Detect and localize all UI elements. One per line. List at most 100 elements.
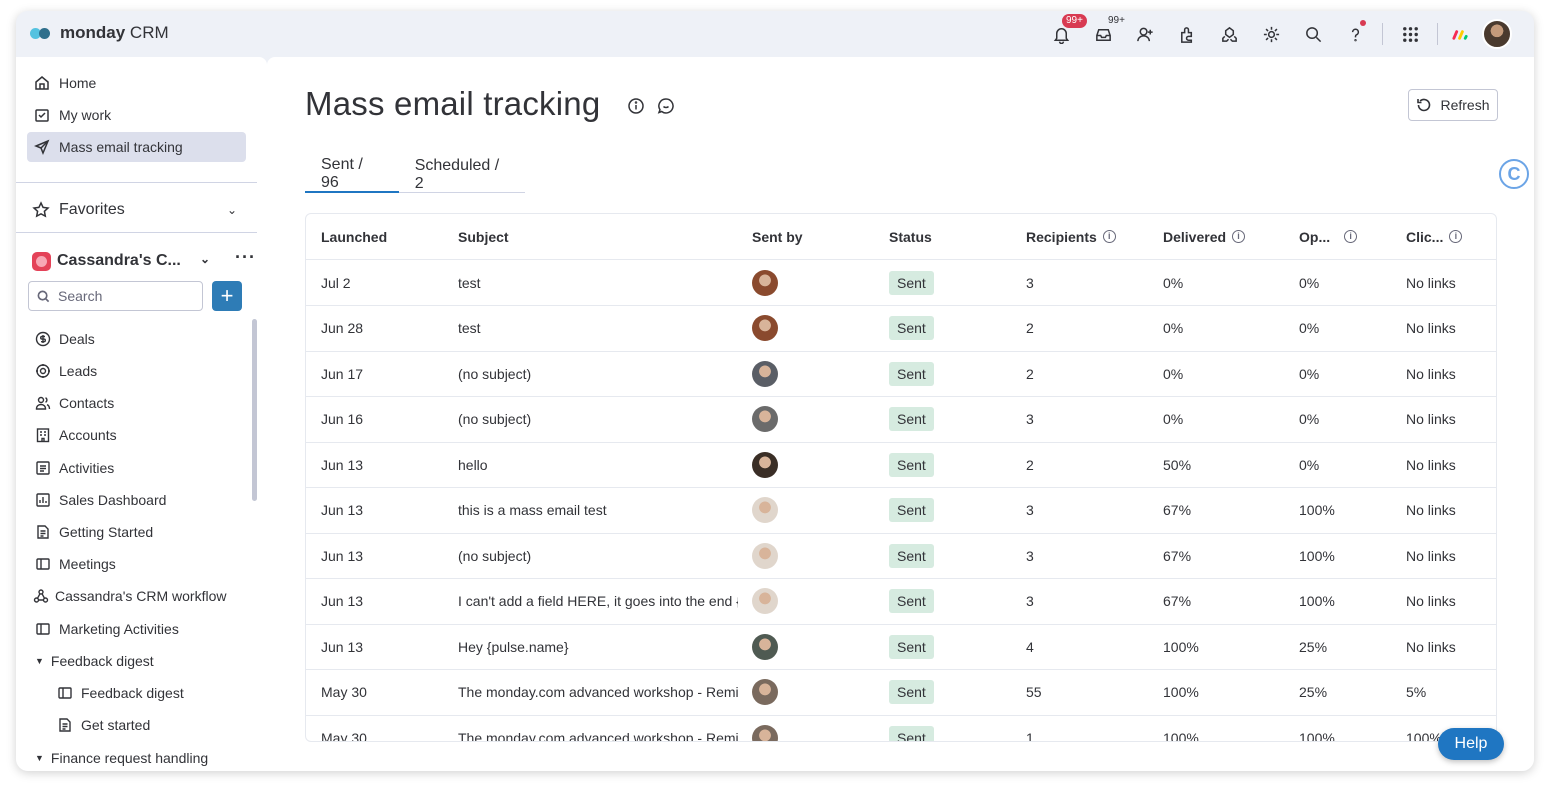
sender-avatar[interactable]	[752, 451, 778, 478]
inbox-icon[interactable]: 99+	[1082, 14, 1129, 49]
apps-icon[interactable]	[1208, 19, 1250, 49]
cell-delivered: 0%	[1163, 411, 1184, 427]
sender-avatar[interactable]	[752, 679, 778, 705]
column-header-subject[interactable]: Subject	[458, 214, 509, 259]
status-badge: Sent	[889, 589, 934, 613]
tab-sent[interactable]: Sent / 96	[305, 156, 399, 193]
sender-avatar[interactable]	[752, 406, 778, 432]
logo-text: monday CRM	[60, 23, 169, 42]
monday-crm-logo[interactable]: monday CRM	[30, 23, 169, 43]
sender-avatar[interactable]	[752, 724, 778, 741]
table-row[interactable]: Jul 2 test Sent 3 0% 0% No links	[306, 260, 1496, 306]
sender-avatar[interactable]	[752, 633, 778, 660]
add-item-button[interactable]: +	[212, 281, 242, 311]
sidebar-item-sales-dashboard[interactable]: Sales Dashboard	[35, 486, 260, 514]
invite-user-icon[interactable]	[1124, 19, 1166, 49]
sender-avatar[interactable]	[752, 360, 778, 387]
table-row[interactable]: Jun 13 this is a mass email test Sent 3 67% 1…	[306, 488, 1496, 534]
sidebar-item-getting-started[interactable]: Getting Started	[35, 518, 260, 546]
folder-feedback-digest[interactable]: ▼ Feedback digest	[35, 647, 260, 675]
tab-scheduled[interactable]: Scheduled / 2	[399, 157, 525, 193]
search-icon[interactable]	[1292, 19, 1334, 49]
cell-sent-by	[752, 715, 778, 741]
column-header-sent-by[interactable]: Sent by	[752, 214, 803, 259]
nav-mass-email-tracking[interactable]: Mass email tracking	[27, 132, 246, 162]
sidebar-item-meetings[interactable]: Meetings	[35, 550, 260, 578]
sidebar-item-feedback-digest[interactable]: Feedback digest	[57, 679, 282, 707]
tabs: Sent / 96 Scheduled / 2	[305, 156, 525, 193]
column-header-delivered[interactable]: Delivered i	[1163, 214, 1246, 259]
help-button[interactable]: Help	[1438, 728, 1504, 760]
sender-avatar[interactable]	[752, 542, 778, 569]
sidebar-item-get-started[interactable]: Get started	[57, 711, 282, 739]
sender-avatar[interactable]	[752, 497, 778, 523]
folder-label: Feedback digest	[50, 653, 154, 669]
info-icon[interactable]: i	[1102, 230, 1116, 243]
caret-down-icon[interactable]: ▼	[35, 753, 44, 763]
table-row[interactable]: May 30 The monday.com advanced workshop -…	[306, 715, 1496, 742]
table-row[interactable]: Jun 17 (no subject) Sent 2 0% 0% No links	[306, 351, 1496, 397]
column-header-clicked[interactable]: Clic... i	[1406, 214, 1463, 259]
table-row[interactable]: Jun 13 I can't add a field HERE, it goes …	[306, 579, 1496, 625]
table-row[interactable]: Jun 28 test Sent 2 0% 0% No links	[306, 306, 1496, 352]
sidebar-item-crm-workflow[interactable]: Cassandra's CRM workflow	[33, 582, 258, 610]
sidebar-item-activities[interactable]: Activities	[35, 454, 260, 482]
sidebar-item-contacts[interactable]: Contacts	[35, 389, 260, 417]
integrations-icon[interactable]	[1166, 19, 1208, 49]
cell-sent-by	[752, 533, 778, 578]
column-header-recipients[interactable]: Recipients i	[1026, 214, 1116, 259]
info-icon[interactable]: i	[1449, 230, 1463, 243]
refresh-button[interactable]: Refresh	[1408, 89, 1498, 121]
nav-home[interactable]: Home	[27, 68, 246, 98]
table-row[interactable]: Jun 16 (no subject) Sent 3 0% 0% No links	[306, 397, 1496, 443]
cell-status: Sent	[889, 260, 934, 305]
table-row[interactable]: Jun 13 hello Sent 2 50% 0% No links	[306, 442, 1496, 488]
dollar-icon	[35, 331, 51, 347]
sender-avatar[interactable]	[752, 588, 778, 614]
cell-subject: Hey {pulse.name}	[458, 638, 569, 655]
workspace-selector[interactable]: Cassandra's C... ⌄ ···	[32, 247, 255, 275]
doc-icon	[59, 718, 71, 732]
sidebar-item-leads[interactable]: Leads	[35, 357, 260, 385]
bell-icon[interactable]: 99+	[1040, 14, 1087, 49]
sender-avatar[interactable]	[752, 269, 778, 296]
settings-icon[interactable]	[1250, 19, 1292, 49]
sidebar-item-deals[interactable]: Deals	[35, 325, 260, 353]
side-widget-icon[interactable]: C	[1499, 159, 1529, 189]
chevron-down-icon[interactable]: ⌄	[227, 203, 237, 217]
grid-menu-icon[interactable]	[1389, 19, 1431, 49]
table-row[interactable]: May 30 The monday.com advanced workshop -…	[306, 670, 1496, 716]
favorites-section[interactable]: Favorites ⌄	[32, 197, 237, 223]
column-header-status[interactable]: Status	[889, 214, 932, 259]
cell-opened: 100%	[1299, 729, 1335, 742]
cell-clicked: No links	[1406, 411, 1456, 427]
table-row[interactable]: Jun 13 Hey {pulse.name} Sent 4 100% 25% No lin…	[306, 624, 1496, 670]
chevron-down-icon[interactable]: ⌄	[200, 252, 210, 266]
status-badge: Sent	[889, 498, 934, 522]
divider	[1382, 23, 1383, 45]
sidebar-item-accounts[interactable]: Accounts	[35, 421, 260, 449]
info-icon[interactable]	[627, 97, 645, 115]
more-options-icon[interactable]: ···	[235, 247, 256, 268]
help-icon[interactable]	[1334, 19, 1376, 49]
sender-avatar[interactable]	[752, 315, 778, 341]
folder-finance-request-handling[interactable]: ▼ Finance request handling	[35, 744, 260, 771]
sidebar-item-marketing-activities[interactable]: Marketing Activities	[35, 615, 260, 643]
info-icon[interactable]: i	[1232, 230, 1246, 243]
sidebar-scrollbar[interactable]	[252, 319, 257, 501]
column-header-launched[interactable]: Launched	[321, 214, 387, 259]
cell-sent-by	[752, 397, 778, 442]
search-input[interactable]: Search	[28, 281, 203, 311]
feedback-chat-icon[interactable]	[657, 97, 675, 115]
search-placeholder: Search	[58, 288, 103, 304]
sidebar-item-label: Deals	[59, 331, 95, 347]
column-header-opened[interactable]: Op... i	[1299, 214, 1358, 259]
nav-my-work[interactable]: My work	[27, 100, 246, 130]
info-icon[interactable]: i	[1344, 230, 1358, 243]
caret-down-icon[interactable]: ▼	[35, 656, 44, 666]
table-row[interactable]: Jun 13 (no subject) Sent 3 67% 100% No links	[306, 533, 1496, 579]
monday-apps-logo[interactable]	[1444, 19, 1476, 49]
cell-launched: Jun 13	[321, 502, 364, 518]
user-avatar[interactable]	[1482, 19, 1512, 49]
cell-opened: 25%	[1299, 638, 1328, 655]
